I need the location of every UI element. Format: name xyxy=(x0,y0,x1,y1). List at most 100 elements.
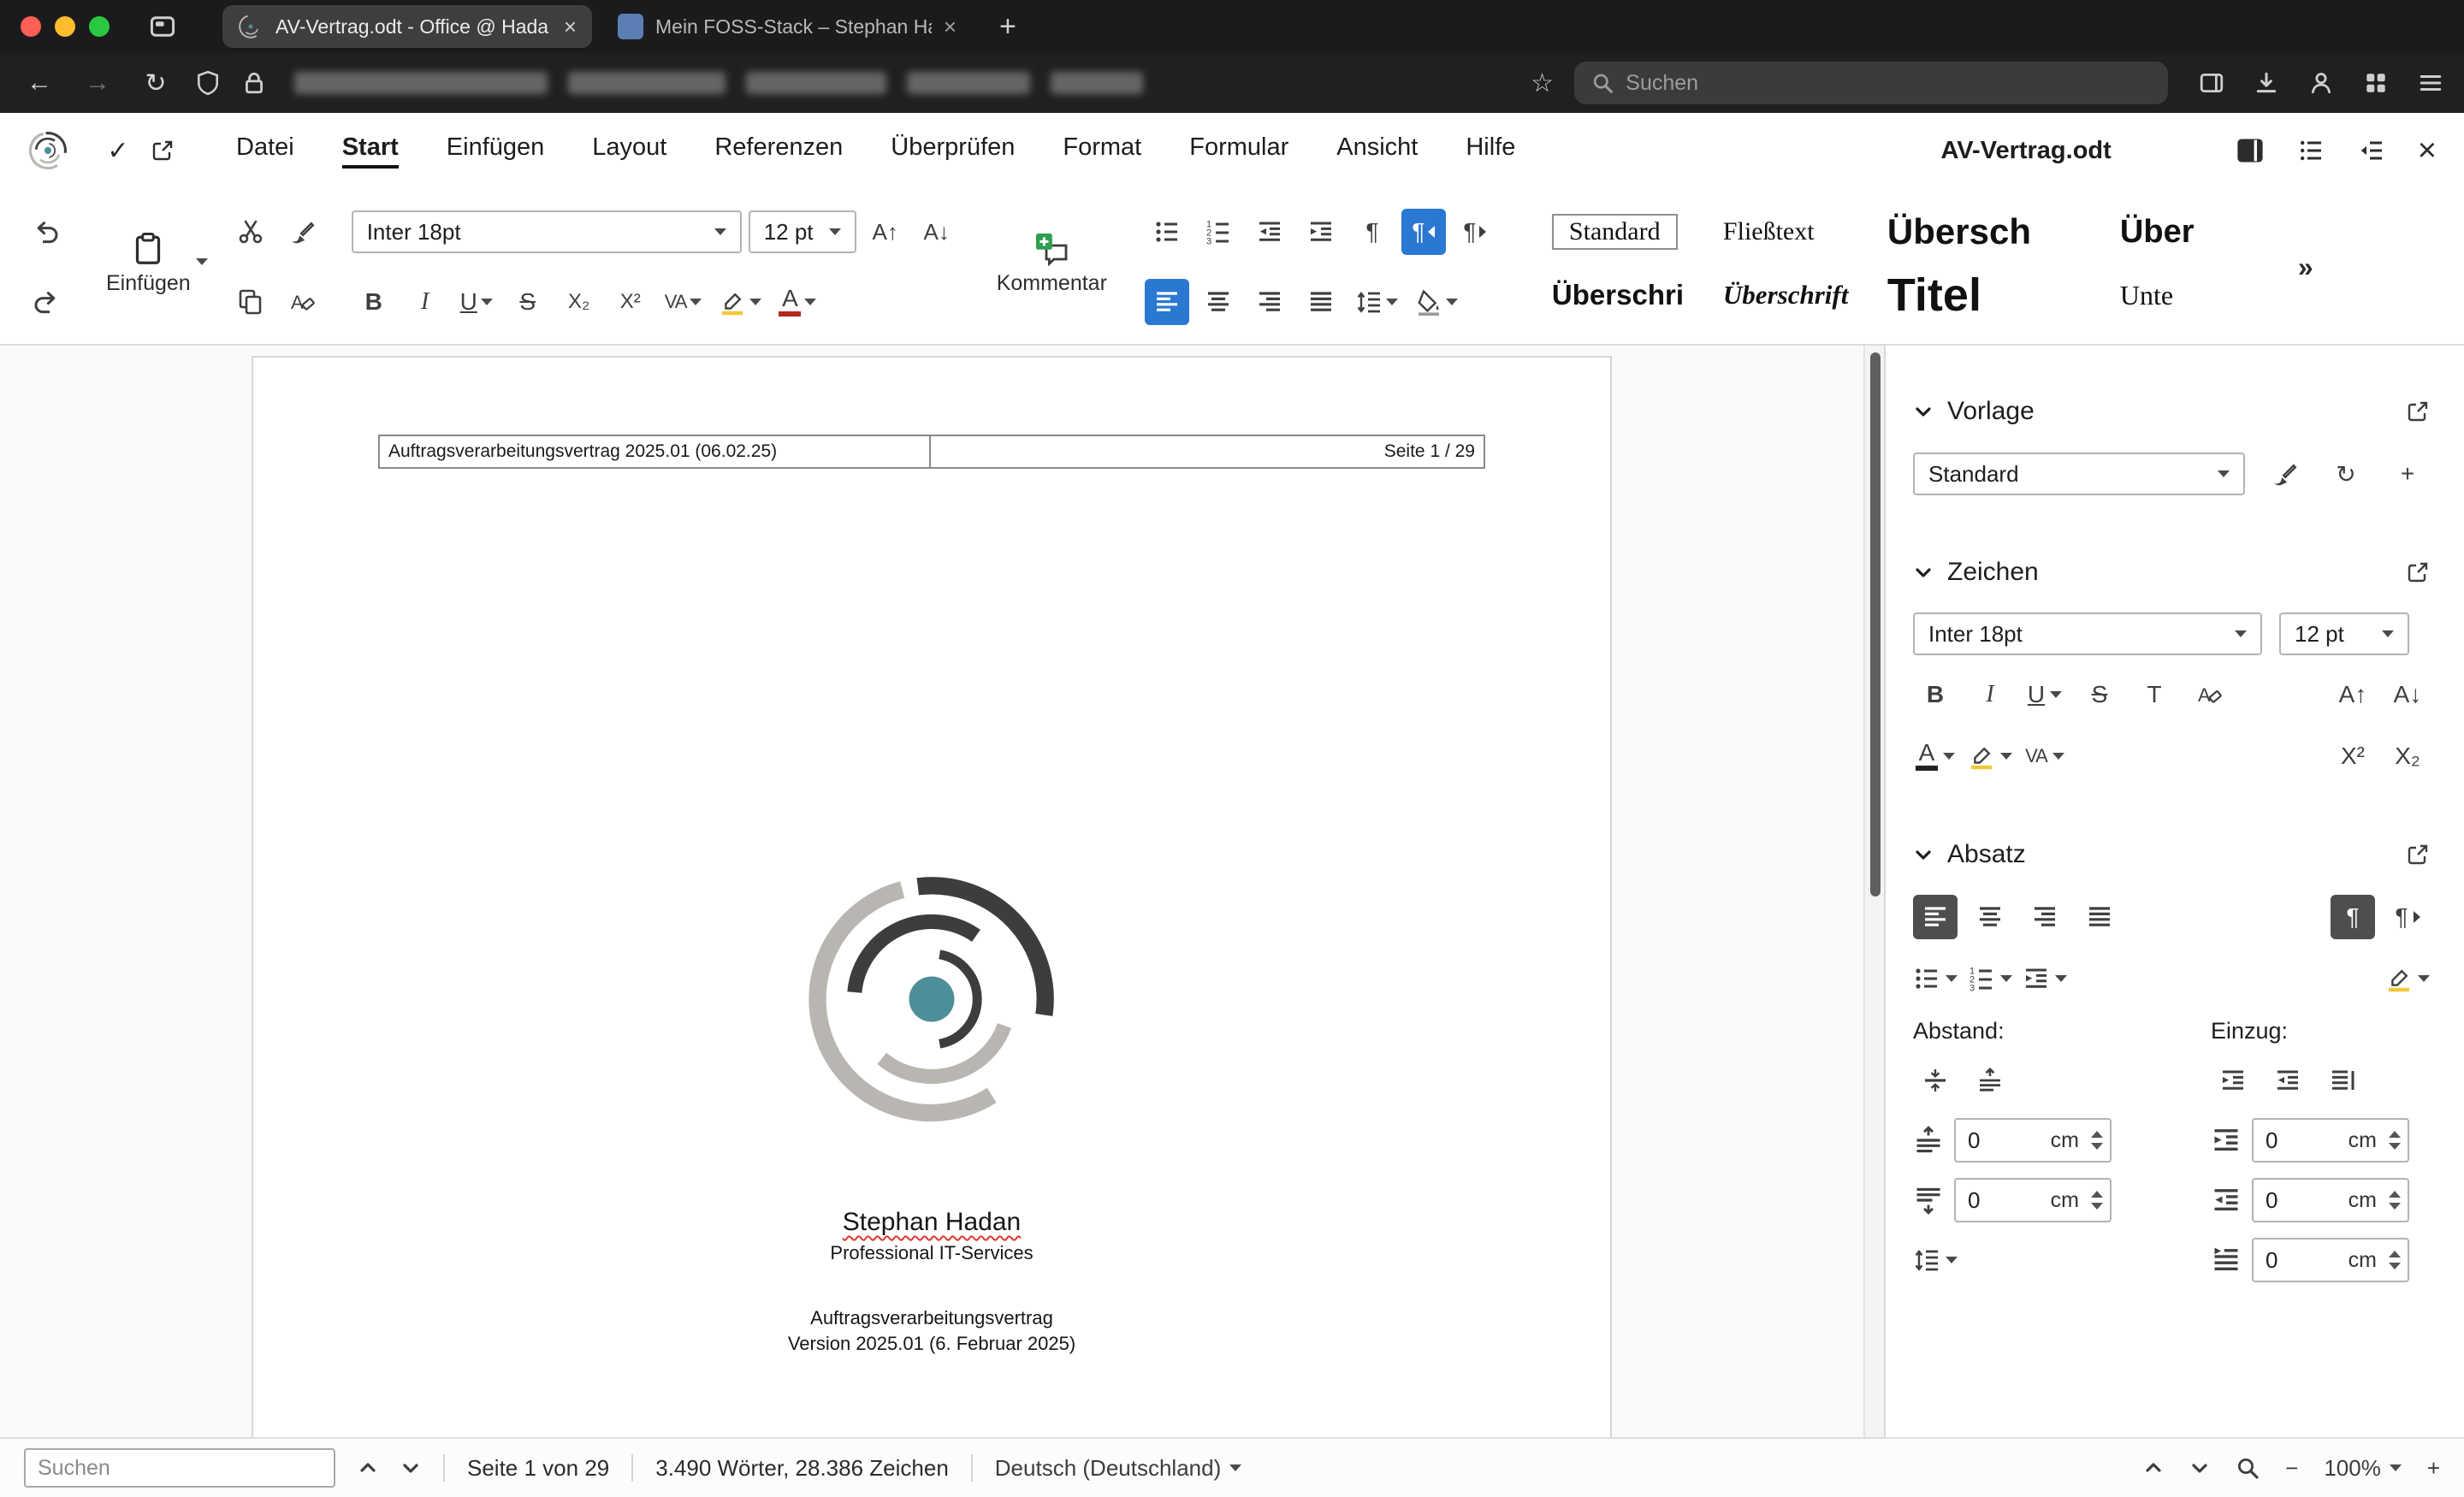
indent-after-field[interactable]: cm xyxy=(2252,1178,2409,1222)
highlight-color-button[interactable] xyxy=(714,279,767,325)
align-right-button[interactable] xyxy=(1247,279,1292,325)
increase-spacing-button[interactable] xyxy=(1913,1058,1958,1103)
open-dialog-icon[interactable] xyxy=(2406,843,2430,867)
superscript-button[interactable]: X² xyxy=(608,279,653,325)
sidebar-toggle-icon[interactable] xyxy=(2199,70,2224,96)
apply-style-button[interactable] xyxy=(2262,452,2307,496)
sidebar-superscript-button[interactable]: X² xyxy=(2331,734,2375,778)
cut-button[interactable] xyxy=(228,209,273,255)
clear-formatting-button[interactable] xyxy=(280,279,324,325)
sidebar-shrink-font-button[interactable]: A↓ xyxy=(2385,672,2430,717)
outline-collapse-icon[interactable] xyxy=(2358,137,2385,164)
sidebar-subscript-button[interactable]: X₂ xyxy=(2385,734,2430,778)
paragraph-background-button[interactable] xyxy=(1410,279,1463,325)
spacing-below-input[interactable] xyxy=(1968,1186,2012,1214)
character-spacing-button[interactable]: VA xyxy=(660,279,708,325)
shrink-font-button[interactable]: A↓ xyxy=(915,209,959,255)
comment-button[interactable]: Kommentar xyxy=(986,200,1117,327)
zoom-out-button[interactable]: − xyxy=(2285,1455,2298,1482)
menu-einfuegen[interactable]: Einfügen xyxy=(423,113,569,188)
menu-datei[interactable]: Datei xyxy=(212,113,318,188)
sidebar-font-color-button[interactable]: A xyxy=(1913,734,1958,778)
downloads-icon[interactable] xyxy=(2254,70,2279,96)
sidebar-deck-icon[interactable] xyxy=(2235,135,2266,166)
document-canvas[interactable]: Auftragsverarbeitungsvertrag 2025.01 (06… xyxy=(0,346,1863,1437)
scrollbar-thumb[interactable] xyxy=(1870,352,1881,896)
spinner-arrows[interactable] xyxy=(2384,1131,2401,1150)
document-page[interactable]: Auftragsverarbeitungsvertrag 2025.01 (06… xyxy=(252,356,1612,1437)
menu-layout[interactable]: Layout xyxy=(568,113,690,188)
sidebar-highlight-button[interactable] xyxy=(1968,734,2012,778)
sidebar-clear-formatting-button[interactable] xyxy=(2187,672,2231,717)
paste-button[interactable]: Einfügen xyxy=(96,200,208,327)
decrease-spacing-button[interactable] xyxy=(1968,1058,2012,1103)
style-untertitel[interactable]: Unte xyxy=(2106,263,2267,327)
menu-formular[interactable]: Formular xyxy=(1165,113,1312,188)
sidebar-font-size-combobox[interactable]: 12 pt xyxy=(2279,612,2409,655)
document-scrollbar[interactable] xyxy=(1863,346,1884,1437)
page-indicator[interactable]: Seite 1 von 29 xyxy=(467,1455,609,1482)
sidebar-outline-list-button[interactable] xyxy=(2023,956,2067,1001)
word-count[interactable]: 3.490 Wörter, 28.386 Zeichen xyxy=(655,1455,949,1482)
update-style-button[interactable]: ↻ xyxy=(2324,452,2368,496)
spacing-above-field[interactable]: cm xyxy=(1954,1118,2112,1163)
style-standard[interactable]: Standard xyxy=(1538,200,1709,263)
zoom-in-button[interactable]: + xyxy=(2427,1455,2440,1482)
collapse-chevron-icon[interactable] xyxy=(1913,844,1934,865)
align-center-button[interactable] xyxy=(1196,279,1241,325)
grow-font-button[interactable]: A↑ xyxy=(863,209,908,255)
first-line-indent-input[interactable] xyxy=(2266,1246,2310,1274)
browser-search-input[interactable] xyxy=(1626,70,2151,96)
sidebar-line-spacing-button[interactable] xyxy=(1913,1238,1958,1282)
document-search-input[interactable] xyxy=(24,1448,335,1488)
text-direction-rtl-button[interactable]: ¶ xyxy=(1453,209,1497,255)
sidebar-italic-button[interactable]: I xyxy=(1968,672,2012,717)
spinner-arrows[interactable] xyxy=(2086,1131,2103,1150)
paragraph-style-combobox[interactable]: Standard xyxy=(1913,453,2245,495)
sidebar-font-name-combobox[interactable]: Inter 18pt xyxy=(1913,612,2262,655)
close-tab-icon[interactable]: × xyxy=(944,14,957,40)
sidebar-align-left-button[interactable] xyxy=(1913,895,1958,939)
new-style-button[interactable]: + xyxy=(2385,452,2430,496)
tab-overview-button[interactable] xyxy=(137,6,188,47)
browser-tab-document[interactable]: AV-Vertrag.odt - Office @ Hada × xyxy=(222,5,592,48)
url-redacted[interactable] xyxy=(294,72,1143,94)
fullscreen-window-button[interactable] xyxy=(89,16,110,37)
bold-button[interactable]: B xyxy=(352,279,396,325)
style-titel[interactable]: Titel xyxy=(1874,263,2106,327)
subscript-button[interactable]: X₂ xyxy=(557,279,601,325)
sidebar-hanging-indent-button[interactable] xyxy=(2320,1058,2365,1103)
search-next-button[interactable] xyxy=(400,1458,421,1478)
italic-button[interactable]: I xyxy=(403,279,447,325)
sidebar-align-center-button[interactable] xyxy=(1968,895,2012,939)
sidebar-numbered-list-button[interactable] xyxy=(1968,956,2012,1001)
sidebar-character-spacing-button[interactable]: VA xyxy=(2023,734,2067,778)
sidebar-grow-font-button[interactable]: A↑ xyxy=(2331,672,2375,717)
style-ueberschrift[interactable]: Übersch xyxy=(1874,200,2106,263)
redo-button[interactable] xyxy=(24,279,68,325)
language-selector[interactable]: Deutsch (Deutschland) xyxy=(995,1455,1242,1482)
forward-button[interactable]: → xyxy=(79,68,116,98)
search-previous-button[interactable] xyxy=(358,1458,378,1478)
sidebar-bullet-list-button[interactable] xyxy=(1913,956,1958,1001)
sidebar-direction-ltr-button[interactable]: ¶ xyxy=(2331,895,2375,939)
sidebar-align-right-button[interactable] xyxy=(2023,895,2067,939)
formatting-marks-button[interactable]: ¶ xyxy=(1350,209,1395,255)
menu-ansicht[interactable]: Ansicht xyxy=(1312,113,1442,188)
bookmark-star-icon[interactable]: ☆ xyxy=(1531,68,1554,98)
indent-after-input[interactable] xyxy=(2266,1186,2310,1214)
sidebar-decrease-indent-button[interactable] xyxy=(2266,1058,2310,1103)
spacing-below-field[interactable]: cm xyxy=(1954,1178,2112,1222)
save-status-button[interactable]: ✓ xyxy=(96,128,140,173)
indent-before-input[interactable] xyxy=(2266,1127,2310,1154)
format-painter-button[interactable] xyxy=(280,209,324,255)
style-ueberschrift-1[interactable]: Über xyxy=(2106,200,2267,263)
strikethrough-button[interactable]: S xyxy=(506,279,550,325)
menu-start[interactable]: Start xyxy=(318,113,423,188)
style-ueberschrift-2[interactable]: Überschri xyxy=(1538,263,1709,327)
font-color-button[interactable]: A xyxy=(773,279,821,325)
zoom-level-selector[interactable]: 100% xyxy=(2324,1455,2402,1482)
indent-before-field[interactable]: cm xyxy=(2252,1118,2409,1163)
text-direction-ltr-button[interactable]: ¶ xyxy=(1401,209,1446,255)
account-icon[interactable] xyxy=(2308,70,2334,96)
